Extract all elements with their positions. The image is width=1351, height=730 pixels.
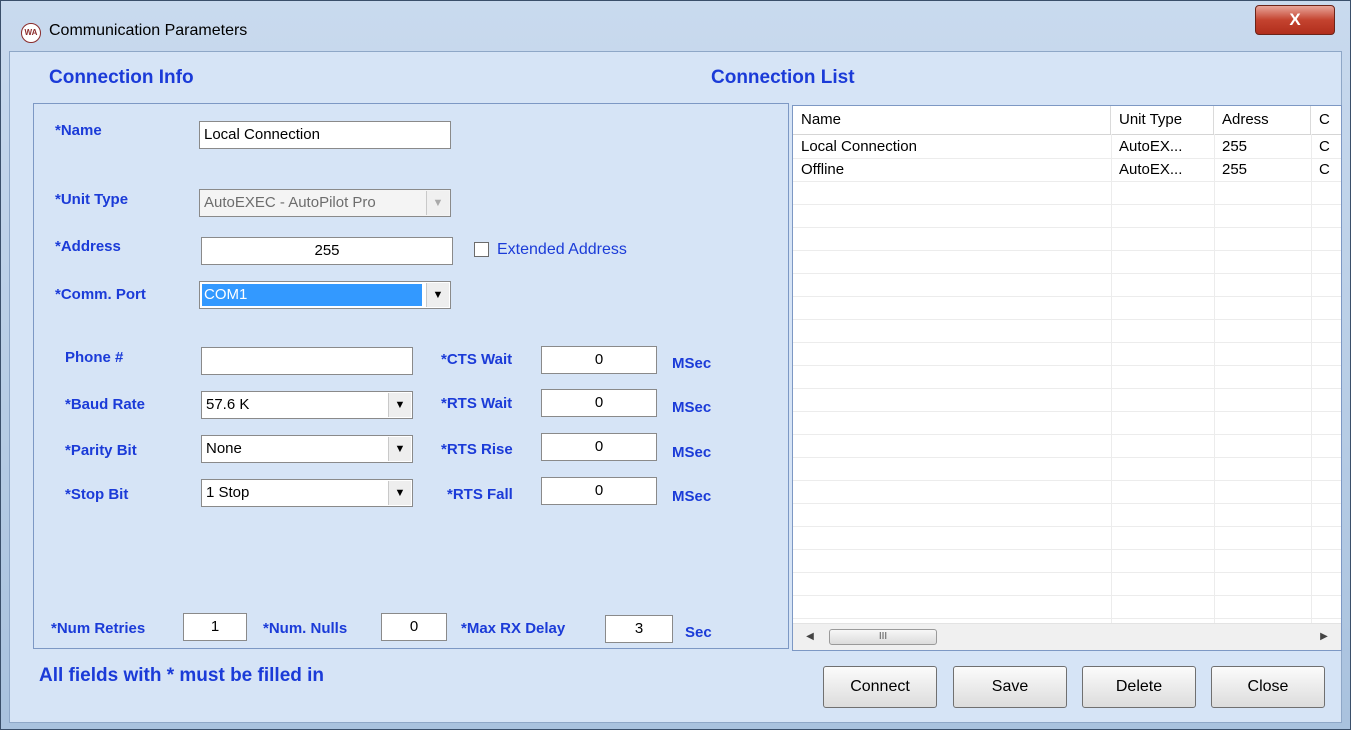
rts-fall-label: *RTS Fall xyxy=(447,486,513,503)
empty-list-row xyxy=(793,365,1341,389)
empty-list-row xyxy=(793,204,1341,228)
window-title: Communication Parameters xyxy=(49,22,248,39)
rts-rise-field[interactable]: 0 xyxy=(541,433,657,461)
cts-wait-label: *CTS Wait xyxy=(441,351,513,368)
column-header-extra[interactable]: C xyxy=(1311,106,1341,134)
empty-list-row xyxy=(793,388,1341,412)
wa-logo-icon: WA xyxy=(21,23,41,43)
required-fields-note: All fields with * must be filled in xyxy=(39,665,325,686)
comm-port-select[interactable]: COM1 ▼ xyxy=(199,281,451,309)
unit-type-label: *Unit Type xyxy=(55,191,129,208)
row-address: 255 xyxy=(1222,161,1248,178)
row-unit-type: AutoEX... xyxy=(1119,138,1183,155)
extended-address-label[interactable]: Extended Address xyxy=(497,241,627,259)
delete-button[interactable]: Delete xyxy=(1082,666,1196,708)
empty-list-row xyxy=(793,296,1341,320)
name-label: *Name xyxy=(55,122,102,139)
empty-list-row xyxy=(793,342,1341,366)
empty-list-row xyxy=(793,434,1341,458)
row-name: Local Connection xyxy=(801,138,917,155)
column-header-address[interactable]: Adress xyxy=(1214,106,1311,134)
empty-list-row xyxy=(793,227,1341,251)
comm-port-label: *Comm. Port xyxy=(55,286,146,303)
address-field[interactable]: 255 xyxy=(201,237,453,265)
empty-list-row xyxy=(793,503,1341,527)
phone-label: Phone # xyxy=(65,349,124,366)
list-row[interactable]: Local Connection AutoEX... 255 C xyxy=(793,135,1341,159)
empty-list-row xyxy=(793,273,1341,297)
row-extra: C xyxy=(1319,138,1330,155)
name-field[interactable]: Local Connection xyxy=(199,121,451,149)
column-header-name[interactable]: Name xyxy=(793,106,1111,134)
parity-bit-value: None xyxy=(206,440,242,457)
cts-wait-unit: MSec xyxy=(672,355,712,372)
row-address: 255 xyxy=(1222,138,1248,155)
empty-list-row xyxy=(793,480,1341,504)
list-row[interactable]: Offline AutoEX... 255 C xyxy=(793,158,1341,182)
connection-info-panel xyxy=(33,103,789,649)
rts-fall-unit: MSec xyxy=(672,488,712,505)
chevron-down-icon: ▼ xyxy=(388,437,411,461)
horizontal-scrollbar[interactable]: ◀ III ▶ xyxy=(793,623,1341,650)
cts-wait-field[interactable]: 0 xyxy=(541,346,657,374)
comm-port-value: COM1 xyxy=(202,284,422,306)
column-header-unit-type[interactable]: Unit Type xyxy=(1111,106,1214,134)
chevron-down-icon: ▼ xyxy=(426,283,449,307)
max-rx-delay-unit: Sec xyxy=(685,624,712,641)
unit-type-value: AutoEXEC - AutoPilot Pro xyxy=(204,194,376,211)
baud-rate-select[interactable]: 57.6 K ▼ xyxy=(201,391,413,419)
parity-bit-label: *Parity Bit xyxy=(65,442,137,459)
empty-list-row xyxy=(793,319,1341,343)
close-window-button[interactable]: X xyxy=(1255,5,1335,35)
num-retries-label: *Num Retries xyxy=(51,620,146,637)
phone-field[interactable] xyxy=(201,347,413,375)
max-rx-delay-field[interactable]: 3 xyxy=(605,615,673,643)
stop-bit-label: *Stop Bit xyxy=(65,486,129,503)
empty-list-row xyxy=(793,595,1341,619)
close-button[interactable]: Close xyxy=(1211,666,1325,708)
chevron-down-icon: ▼ xyxy=(388,481,411,505)
scroll-left-icon[interactable]: ◀ xyxy=(799,624,821,650)
connect-button[interactable]: Connect xyxy=(823,666,937,708)
num-nulls-label: *Num. Nulls xyxy=(263,620,348,637)
empty-list-row xyxy=(793,181,1341,205)
empty-list-row xyxy=(793,572,1341,596)
empty-list-row xyxy=(793,457,1341,481)
baud-rate-label: *Baud Rate xyxy=(65,396,146,413)
scroll-right-icon[interactable]: ▶ xyxy=(1313,624,1335,650)
num-nulls-field[interactable]: 0 xyxy=(381,613,447,641)
max-rx-delay-label: *Max RX Delay xyxy=(461,620,566,637)
list-header: Name Unit Type Adress C xyxy=(793,106,1341,135)
baud-rate-value: 57.6 K xyxy=(206,396,250,413)
rts-rise-unit: MSec xyxy=(672,444,712,461)
empty-list-row xyxy=(793,250,1341,274)
rts-wait-label: *RTS Wait xyxy=(441,395,513,412)
empty-list-row xyxy=(793,526,1341,550)
empty-list-row xyxy=(793,411,1341,435)
extended-address-checkbox[interactable] xyxy=(474,242,489,257)
rts-wait-field[interactable]: 0 xyxy=(541,389,657,417)
scroll-thumb[interactable]: III xyxy=(829,629,937,645)
stop-bit-select[interactable]: 1 Stop ▼ xyxy=(201,479,413,507)
connection-list-title: Connection List xyxy=(711,67,855,88)
chevron-down-icon: ▼ xyxy=(388,393,411,417)
connection-list[interactable]: Name Unit Type Adress C Local Connection… xyxy=(792,105,1342,651)
stop-bit-value: 1 Stop xyxy=(206,484,250,501)
address-label: *Address xyxy=(55,238,121,255)
rts-rise-label: *RTS Rise xyxy=(441,441,513,458)
rts-wait-unit: MSec xyxy=(672,399,712,416)
row-extra: C xyxy=(1319,161,1330,178)
save-button[interactable]: Save xyxy=(953,666,1067,708)
unit-type-select[interactable]: AutoEXEC - AutoPilot Pro ▼ xyxy=(199,189,451,217)
connection-info-title: Connection Info xyxy=(49,67,194,88)
communication-parameters-window: WA Communication Parameters X Connection… xyxy=(0,0,1351,730)
num-retries-field[interactable]: 1 xyxy=(183,613,247,641)
rts-fall-field[interactable]: 0 xyxy=(541,477,657,505)
empty-list-row xyxy=(793,549,1341,573)
title-bar[interactable]: WA Communication Parameters X xyxy=(1,1,1350,51)
row-name: Offline xyxy=(801,161,845,178)
row-unit-type: AutoEX... xyxy=(1119,161,1183,178)
parity-bit-select[interactable]: None ▼ xyxy=(201,435,413,463)
chevron-down-icon: ▼ xyxy=(426,191,449,215)
